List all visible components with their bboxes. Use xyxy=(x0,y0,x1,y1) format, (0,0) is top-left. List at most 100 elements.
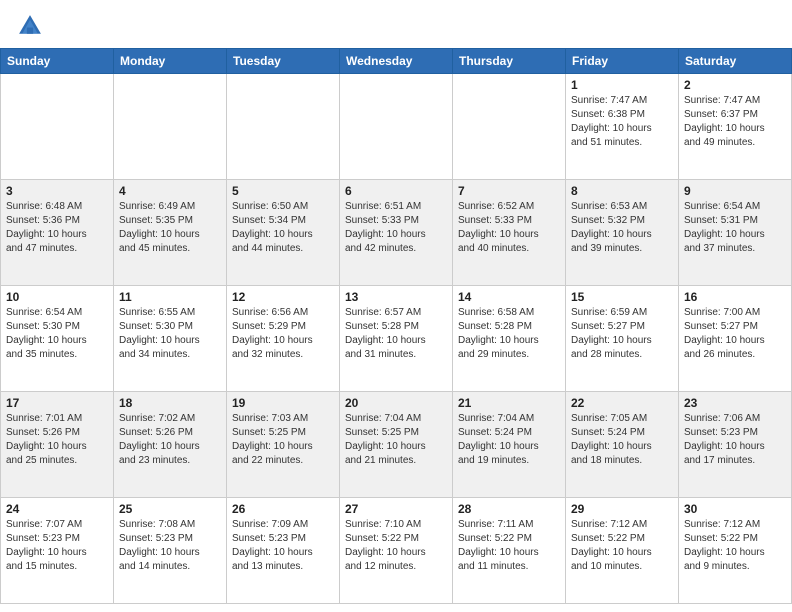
day-info: Sunrise: 7:07 AM Sunset: 5:23 PM Dayligh… xyxy=(6,518,108,574)
day-info: Sunrise: 7:12 AM Sunset: 5:22 PM Dayligh… xyxy=(571,518,673,574)
day-cell-27: 27 Sunrise: 7:10 AM Sunset: 5:22 PM Dayli… xyxy=(340,498,453,604)
day-info: Sunrise: 7:02 AM Sunset: 5:26 PM Dayligh… xyxy=(119,412,221,468)
day-cell-empty xyxy=(453,74,566,180)
day-cell-29: 29 Sunrise: 7:12 AM Sunset: 5:22 PM Dayli… xyxy=(566,498,679,604)
day-cell-13: 13 Sunrise: 6:57 AM Sunset: 5:28 PM Dayli… xyxy=(340,286,453,392)
day-cell-11: 11 Sunrise: 6:55 AM Sunset: 5:30 PM Dayli… xyxy=(114,286,227,392)
day-number: 18 xyxy=(119,396,221,410)
day-info: Sunrise: 7:08 AM Sunset: 5:23 PM Dayligh… xyxy=(119,518,221,574)
day-cell-21: 21Sunrise: 7:04 AM Sunset: 5:24 PM Dayli… xyxy=(453,392,566,498)
day-cell-empty xyxy=(1,74,114,180)
day-cell-17: 17 Sunrise: 7:01 AM Sunset: 5:26 PM Dayli… xyxy=(1,392,114,498)
day-cell-26: 26 Sunrise: 7:09 AM Sunset: 5:23 PM Dayli… xyxy=(227,498,340,604)
day-number: 12 xyxy=(232,290,334,304)
week-row-2: 10Sunrise: 6:54 AM Sunset: 5:30 PM Dayli… xyxy=(1,286,792,392)
day-cell-12: 12 Sunrise: 6:56 AM Sunset: 5:29 PM Dayli… xyxy=(227,286,340,392)
weekday-header-sunday: Sunday xyxy=(1,49,114,74)
day-info: Sunrise: 7:47 AM Sunset: 6:37 PM Dayligh… xyxy=(684,94,786,150)
day-number: 15 xyxy=(571,290,673,304)
weekday-header-saturday: Saturday xyxy=(679,49,792,74)
day-info: Sunrise: 6:58 AM Sunset: 5:28 PM Dayligh… xyxy=(458,306,560,362)
weekday-header-monday: Monday xyxy=(114,49,227,74)
day-number: 22 xyxy=(571,396,673,410)
day-number: 10 xyxy=(6,290,108,304)
day-cell-9: 9 Sunrise: 6:54 AM Sunset: 5:31 PM Daylig… xyxy=(679,180,792,286)
day-cell-8: 8 Sunrise: 6:53 AM Sunset: 5:32 PM Daylig… xyxy=(566,180,679,286)
day-info: Sunrise: 7:12 AM Sunset: 5:22 PM Dayligh… xyxy=(684,518,786,574)
day-info: Sunrise: 6:48 AM Sunset: 5:36 PM Dayligh… xyxy=(6,200,108,256)
week-row-0: 1 Sunrise: 7:47 AM Sunset: 6:38 PM Daylig… xyxy=(1,74,792,180)
day-cell-empty xyxy=(114,74,227,180)
day-info: Sunrise: 6:59 AM Sunset: 5:27 PM Dayligh… xyxy=(571,306,673,362)
day-info: Sunrise: 6:52 AM Sunset: 5:33 PM Dayligh… xyxy=(458,200,560,256)
day-cell-7: 7 Sunrise: 6:52 AM Sunset: 5:33 PM Daylig… xyxy=(453,180,566,286)
weekday-header-wednesday: Wednesday xyxy=(340,49,453,74)
day-number: 30 xyxy=(684,502,786,516)
week-row-4: 24 Sunrise: 7:07 AM Sunset: 5:23 PM Dayli… xyxy=(1,498,792,604)
day-number: 3 xyxy=(6,184,108,198)
day-info: Sunrise: 6:56 AM Sunset: 5:29 PM Dayligh… xyxy=(232,306,334,362)
logo xyxy=(16,12,48,40)
page: SundayMondayTuesdayWednesdayThursdayFrid… xyxy=(0,0,792,612)
day-number: 6 xyxy=(345,184,447,198)
day-cell-23: 23Sunrise: 7:06 AM Sunset: 5:23 PM Dayli… xyxy=(679,392,792,498)
week-row-1: 3 Sunrise: 6:48 AM Sunset: 5:36 PM Daylig… xyxy=(1,180,792,286)
header xyxy=(0,0,792,48)
week-row-3: 17 Sunrise: 7:01 AM Sunset: 5:26 PM Dayli… xyxy=(1,392,792,498)
logo-icon xyxy=(16,12,44,40)
day-info: Sunrise: 7:11 AM Sunset: 5:22 PM Dayligh… xyxy=(458,518,560,574)
day-number: 2 xyxy=(684,78,786,92)
day-cell-empty xyxy=(340,74,453,180)
day-cell-10: 10Sunrise: 6:54 AM Sunset: 5:30 PM Dayli… xyxy=(1,286,114,392)
day-info: Sunrise: 7:04 AM Sunset: 5:24 PM Dayligh… xyxy=(458,412,560,468)
day-cell-28: 28 Sunrise: 7:11 AM Sunset: 5:22 PM Dayli… xyxy=(453,498,566,604)
day-info: Sunrise: 7:09 AM Sunset: 5:23 PM Dayligh… xyxy=(232,518,334,574)
day-info: Sunrise: 6:54 AM Sunset: 5:31 PM Dayligh… xyxy=(684,200,786,256)
day-cell-22: 22Sunrise: 7:05 AM Sunset: 5:24 PM Dayli… xyxy=(566,392,679,498)
day-info: Sunrise: 7:01 AM Sunset: 5:26 PM Dayligh… xyxy=(6,412,108,468)
day-number: 9 xyxy=(684,184,786,198)
day-info: Sunrise: 7:47 AM Sunset: 6:38 PM Dayligh… xyxy=(571,94,673,150)
day-info: Sunrise: 6:49 AM Sunset: 5:35 PM Dayligh… xyxy=(119,200,221,256)
day-number: 8 xyxy=(571,184,673,198)
day-info: Sunrise: 6:55 AM Sunset: 5:30 PM Dayligh… xyxy=(119,306,221,362)
day-cell-18: 18 Sunrise: 7:02 AM Sunset: 5:26 PM Dayli… xyxy=(114,392,227,498)
day-cell-30: 30 Sunrise: 7:12 AM Sunset: 5:22 PM Dayli… xyxy=(679,498,792,604)
day-cell-25: 25 Sunrise: 7:08 AM Sunset: 5:23 PM Dayli… xyxy=(114,498,227,604)
day-cell-24: 24 Sunrise: 7:07 AM Sunset: 5:23 PM Dayli… xyxy=(1,498,114,604)
weekday-header-row: SundayMondayTuesdayWednesdayThursdayFrid… xyxy=(1,49,792,74)
day-number: 13 xyxy=(345,290,447,304)
day-cell-15: 15 Sunrise: 6:59 AM Sunset: 5:27 PM Dayli… xyxy=(566,286,679,392)
day-number: 27 xyxy=(345,502,447,516)
day-number: 4 xyxy=(119,184,221,198)
day-number: 7 xyxy=(458,184,560,198)
day-number: 14 xyxy=(458,290,560,304)
day-info: Sunrise: 7:10 AM Sunset: 5:22 PM Dayligh… xyxy=(345,518,447,574)
day-number: 17 xyxy=(6,396,108,410)
day-number: 23 xyxy=(684,396,786,410)
day-number: 28 xyxy=(458,502,560,516)
day-number: 26 xyxy=(232,502,334,516)
weekday-header-tuesday: Tuesday xyxy=(227,49,340,74)
day-cell-empty xyxy=(227,74,340,180)
day-cell-5: 5Sunrise: 6:50 AM Sunset: 5:34 PM Daylig… xyxy=(227,180,340,286)
day-info: Sunrise: 7:04 AM Sunset: 5:25 PM Dayligh… xyxy=(345,412,447,468)
day-cell-1: 1 Sunrise: 7:47 AM Sunset: 6:38 PM Daylig… xyxy=(566,74,679,180)
day-info: Sunrise: 6:50 AM Sunset: 5:34 PM Dayligh… xyxy=(232,200,334,256)
day-cell-2: 2 Sunrise: 7:47 AM Sunset: 6:37 PM Daylig… xyxy=(679,74,792,180)
calendar: SundayMondayTuesdayWednesdayThursdayFrid… xyxy=(0,48,792,604)
day-cell-20: 20 Sunrise: 7:04 AM Sunset: 5:25 PM Dayli… xyxy=(340,392,453,498)
day-info: Sunrise: 6:51 AM Sunset: 5:33 PM Dayligh… xyxy=(345,200,447,256)
day-number: 29 xyxy=(571,502,673,516)
day-cell-19: 19Sunrise: 7:03 AM Sunset: 5:25 PM Dayli… xyxy=(227,392,340,498)
day-number: 11 xyxy=(119,290,221,304)
day-number: 1 xyxy=(571,78,673,92)
day-number: 20 xyxy=(345,396,447,410)
day-cell-3: 3 Sunrise: 6:48 AM Sunset: 5:36 PM Daylig… xyxy=(1,180,114,286)
day-cell-6: 6 Sunrise: 6:51 AM Sunset: 5:33 PM Daylig… xyxy=(340,180,453,286)
day-info: Sunrise: 6:53 AM Sunset: 5:32 PM Dayligh… xyxy=(571,200,673,256)
day-cell-14: 14 Sunrise: 6:58 AM Sunset: 5:28 PM Dayli… xyxy=(453,286,566,392)
day-info: Sunrise: 6:57 AM Sunset: 5:28 PM Dayligh… xyxy=(345,306,447,362)
day-number: 25 xyxy=(119,502,221,516)
day-number: 24 xyxy=(6,502,108,516)
